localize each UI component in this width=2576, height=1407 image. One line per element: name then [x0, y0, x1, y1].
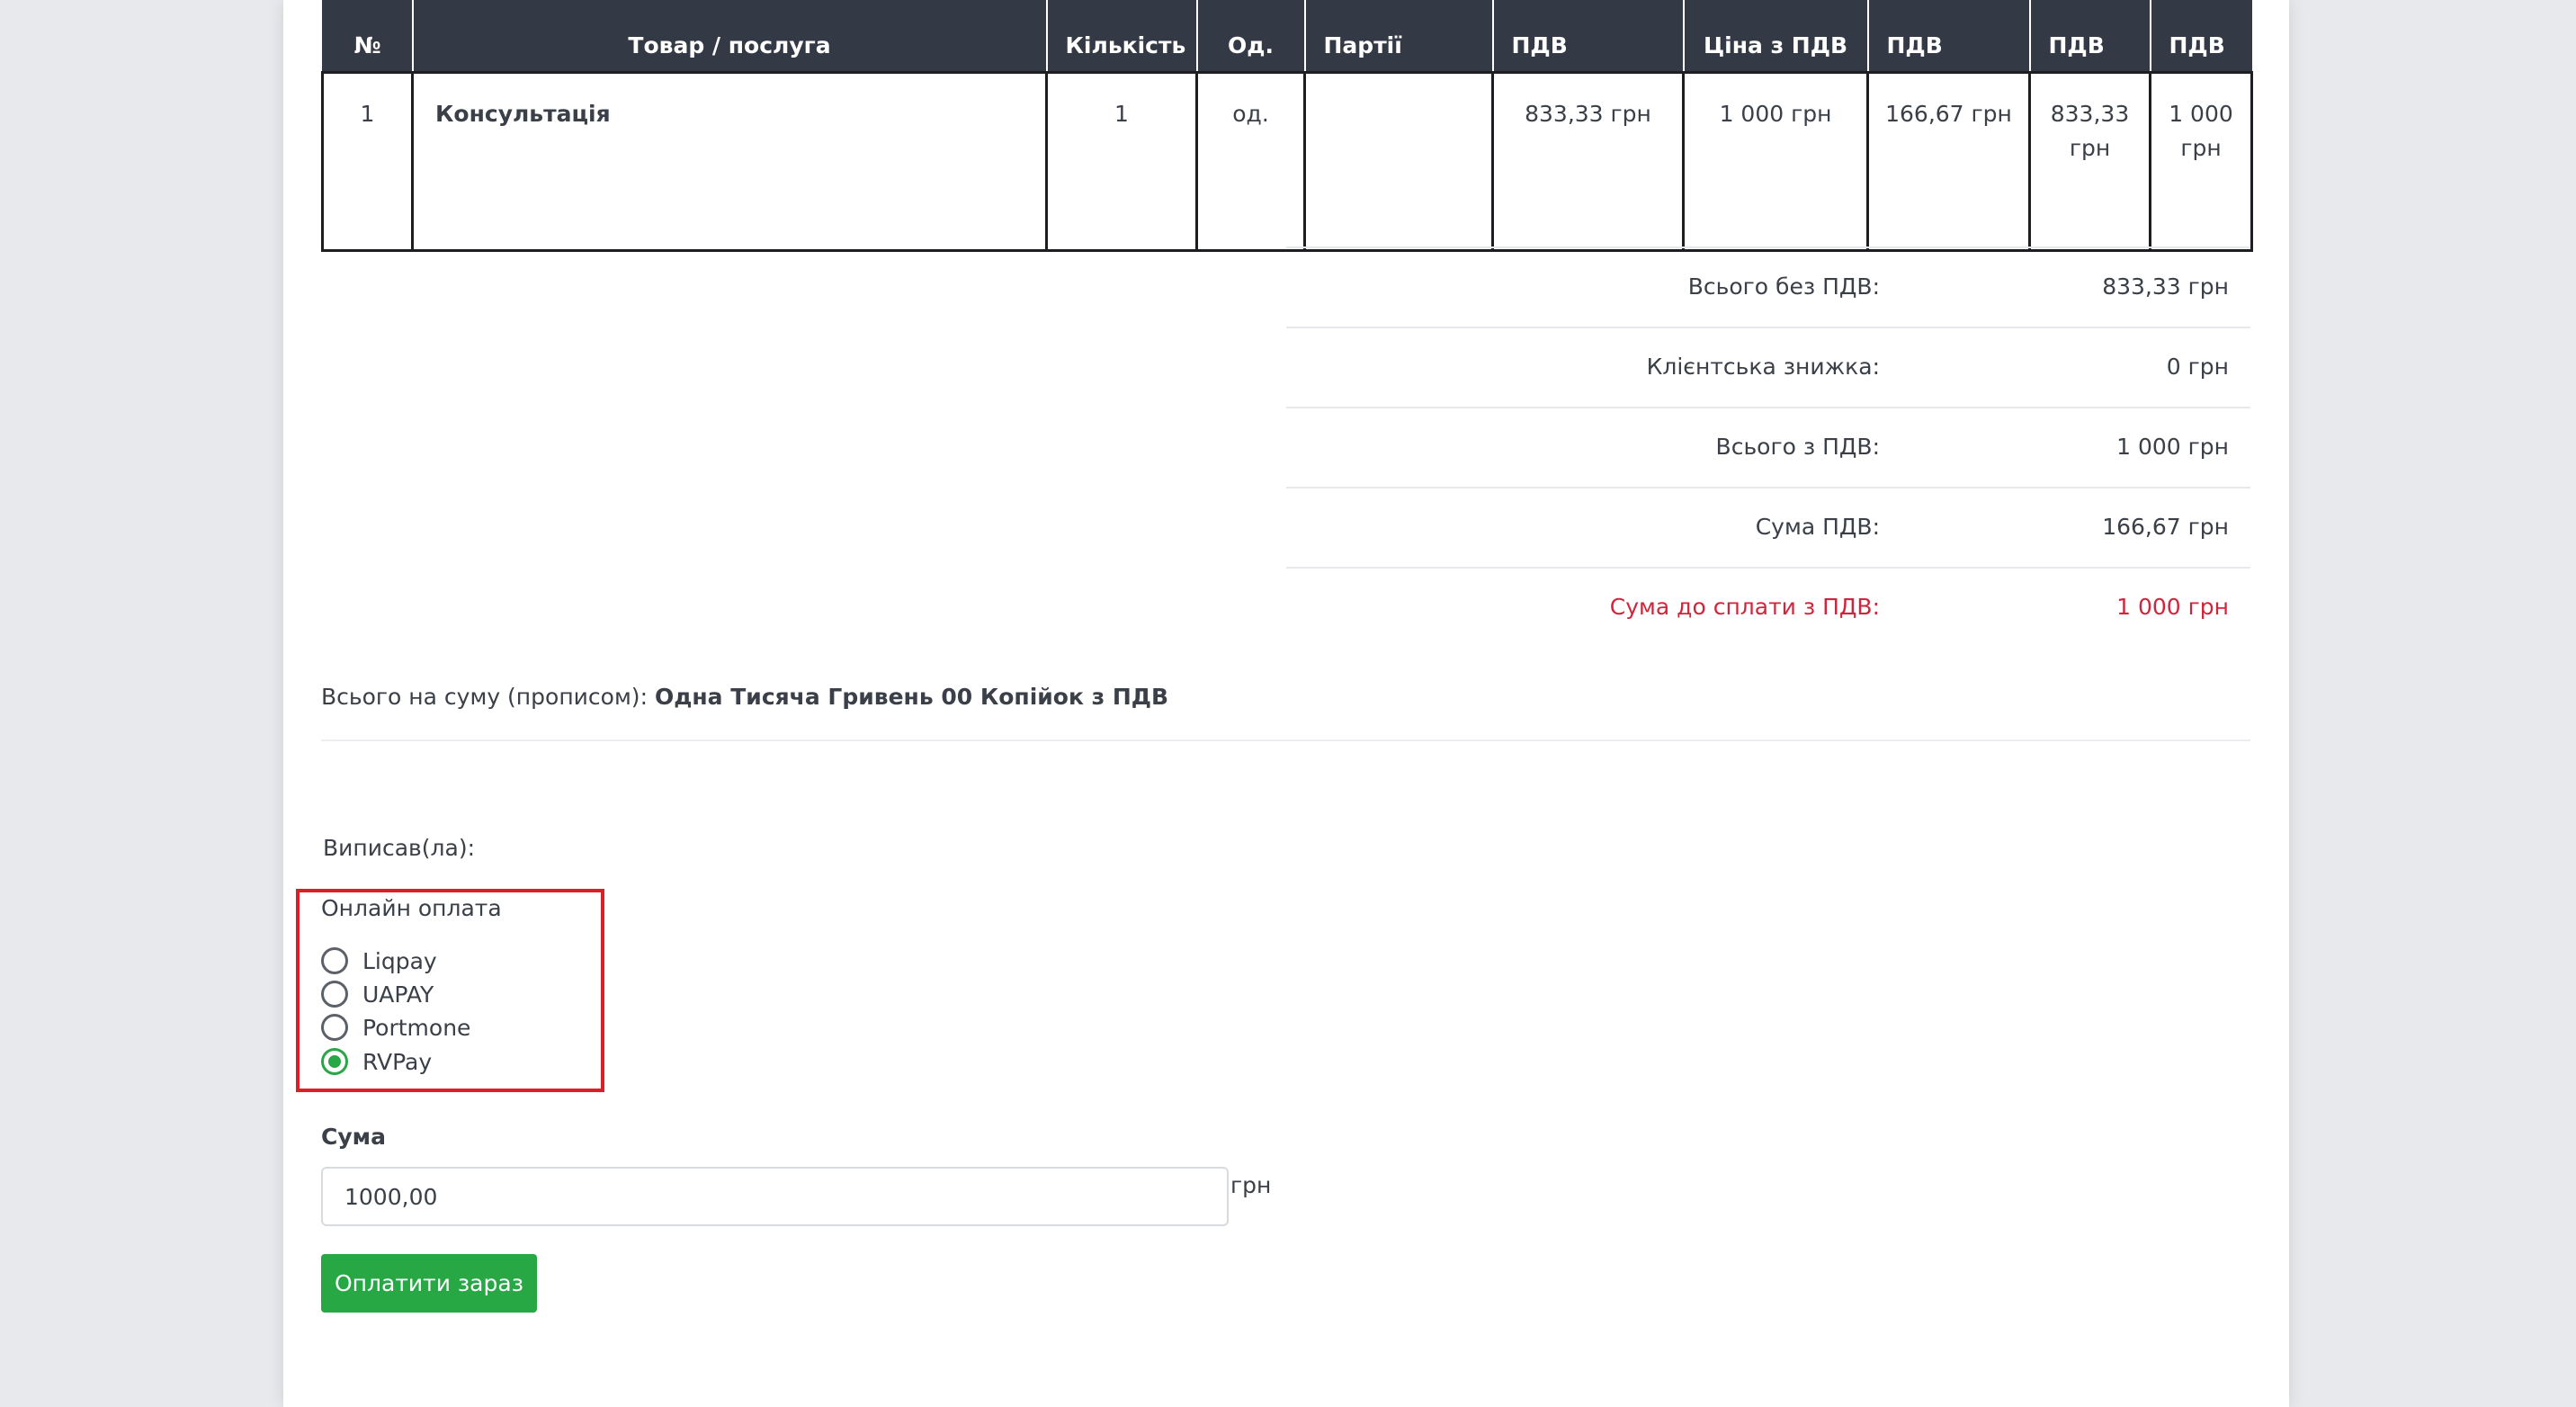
total-without-vat-label: Всього без ПДВ:	[1687, 273, 1880, 300]
invoice-page: № Товар / послуга Кількість Од. Партії П…	[283, 0, 2289, 1407]
payment-option-liqpay[interactable]: Liqpay	[321, 947, 437, 974]
vat-sum-row: Сума ПДВ: 166,67 грн	[1286, 487, 2250, 567]
vat-sum-value: 166,67 грн	[2102, 514, 2229, 540]
col-header-vat-base: ПДВ	[1491, 0, 1684, 73]
table-header-row: № Товар / послуга Кількість Од. Партії П…	[321, 0, 2252, 73]
total-with-vat-value: 1 000 грн	[2116, 434, 2229, 460]
client-discount-row: Клієнтська знижка: 0 грн	[1286, 327, 2250, 407]
cell-price-vat: 1 000 грн	[1682, 71, 1869, 252]
issued-by-label: Виписав(ла):	[323, 835, 476, 861]
col-header-batches: Партії	[1303, 0, 1493, 73]
cell-product-name: Консультація	[411, 71, 1048, 252]
col-header-product: Товар / послуга	[411, 0, 1047, 73]
amount-label: Сума	[321, 1124, 386, 1150]
total-due-label: Сума до сплати з ПДВ:	[1609, 594, 1880, 620]
amount-in-words: Всього на суму (прописом): Одна Тисяча Г…	[321, 684, 1168, 710]
amount-input[interactable]	[321, 1167, 1229, 1226]
total-due-row: Сума до сплати з ПДВ: 1 000 грн	[1286, 567, 2250, 647]
payment-option-label: Portmone	[362, 1014, 471, 1041]
total-without-vat-row: Всього без ПДВ: 833,33 грн	[1286, 246, 2250, 327]
total-with-vat-row: Всього з ПДВ: 1 000 грн	[1286, 407, 2250, 487]
cell-unit: од.	[1195, 71, 1306, 252]
col-header-unit: Од.	[1195, 0, 1305, 73]
totals-block: Всього без ПДВ: 833,33 грн Клієнтська зн…	[1286, 246, 2250, 647]
pay-now-button[interactable]: Оплатити зараз	[321, 1254, 537, 1313]
cell-number: 1	[321, 71, 414, 252]
cell-sum-no-vat: 833,33 грн	[2028, 71, 2151, 252]
table-row: 1 Консультація 1 од. 833,33 грн 1 000 гр…	[321, 71, 2253, 252]
col-header-sum-vat: ПДВ	[2149, 0, 2252, 73]
payment-option-label: UAPAY	[362, 981, 434, 1008]
col-header-number: №	[321, 0, 413, 73]
client-discount-value: 0 грн	[2166, 354, 2229, 380]
col-header-price-vat: Ціна з ПДВ	[1682, 0, 1868, 73]
cell-batches	[1303, 71, 1494, 252]
amount-in-words-label: Всього на суму (прописом):	[321, 684, 648, 710]
col-header-quantity: Кількість	[1045, 0, 1197, 73]
payment-option-portmone[interactable]: Portmone	[321, 1014, 470, 1041]
total-with-vat-label: Всього з ПДВ:	[1715, 434, 1880, 460]
payment-option-rvpay[interactable]: RVPay	[321, 1048, 432, 1075]
amount-in-words-value: Одна Тисяча Гривень 00 Копійок з ПДВ	[654, 684, 1169, 710]
cell-sum-vat: 1 000 грн	[2149, 71, 2253, 252]
col-header-sum-no-vat: ПДВ	[2028, 0, 2151, 73]
cell-vat-amount: 166,67 грн	[1866, 71, 2031, 252]
section-divider	[321, 739, 2250, 741]
currency-label: грн	[1230, 1172, 1272, 1198]
vat-sum-label: Сума ПДВ:	[1755, 514, 1880, 540]
cell-vat-base: 833,33 грн	[1491, 71, 1685, 252]
total-due-value: 1 000 грн	[2116, 594, 2229, 620]
total-without-vat-value: 833,33 грн	[2102, 273, 2229, 300]
payment-option-uapay[interactable]: UAPAY	[321, 981, 434, 1008]
online-payment-title: Онлайн оплата	[321, 895, 502, 921]
invoice-items-table: № Товар / послуга Кількість Од. Партії П…	[321, 0, 2253, 252]
col-header-vat-amount: ПДВ	[1866, 0, 2030, 73]
payment-option-label: Liqpay	[362, 947, 437, 974]
client-discount-label: Клієнтська знижка:	[1646, 354, 1880, 380]
radio-liqpay[interactable]	[321, 947, 348, 974]
cell-quantity: 1	[1045, 71, 1198, 252]
radio-portmone[interactable]	[321, 1014, 348, 1041]
radio-uapay[interactable]	[321, 981, 348, 1008]
payment-option-label: RVPay	[362, 1048, 433, 1075]
radio-rvpay-selected[interactable]	[321, 1048, 348, 1075]
